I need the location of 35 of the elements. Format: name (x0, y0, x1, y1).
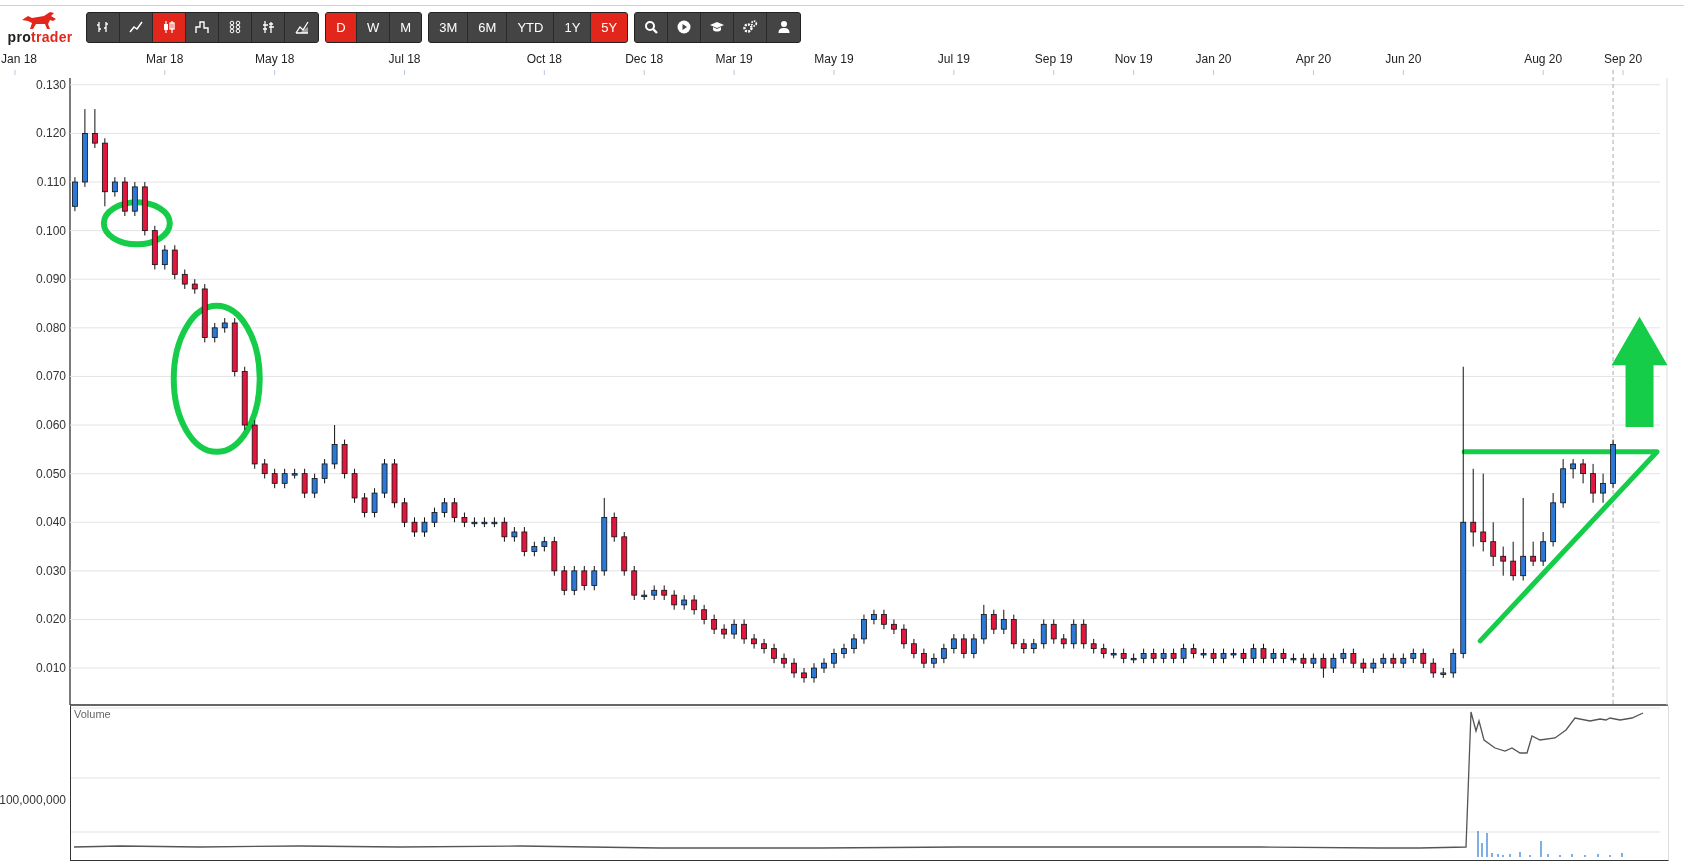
axis-label: Jan 18 (1, 52, 38, 66)
axis-label: Jul 18 (388, 52, 421, 66)
axis-label: Oct 18 (526, 52, 563, 66)
axis-label: 0.040 (35, 515, 66, 530)
axis-label: Sep 20 (1604, 52, 1643, 66)
axis-label: 0.100 (35, 223, 66, 238)
axis-label: 0.070 (35, 369, 66, 384)
axis-label: 0.010 (35, 661, 66, 676)
range-button[interactable]: 5Y (591, 12, 628, 42)
logo-text: protrader (7, 29, 73, 45)
axis-label: Aug 20 (1524, 52, 1563, 66)
axis-label: May 19 (814, 52, 854, 66)
axis-label: May 18 (255, 52, 295, 66)
axis-label: Mar 19 (715, 52, 753, 66)
axis-label: 100,000,000 (0, 793, 66, 807)
axis-label: 0.120 (35, 126, 66, 141)
axis-label: Nov 19 (1114, 52, 1153, 66)
axis-label: 0.020 (35, 612, 66, 627)
axis-label: 0.030 (35, 563, 66, 578)
axis-label: Jun 20 (1385, 52, 1422, 66)
axis-label: 0.080 (35, 320, 66, 335)
axis-label: 0.130 (35, 77, 66, 92)
axis-label: 0.060 (35, 418, 66, 433)
interval-button[interactable]: D (326, 12, 357, 42)
axis-label: Sep 19 (1034, 52, 1073, 66)
panel-label: Volume (74, 708, 111, 720)
axis-label: Jul 19 (937, 52, 970, 66)
axis-label: Mar 18 (146, 52, 184, 66)
axis-label: 0.090 (35, 272, 66, 287)
axis-label: 0.110 (36, 175, 66, 189)
axis-label: Jan 20 (1195, 52, 1232, 66)
range-button[interactable]: 3M (429, 12, 469, 42)
axis-label: Apr 20 (1295, 52, 1332, 66)
axis-label: 0.050 (35, 466, 66, 481)
axis-label: Dec 18 (625, 52, 664, 66)
